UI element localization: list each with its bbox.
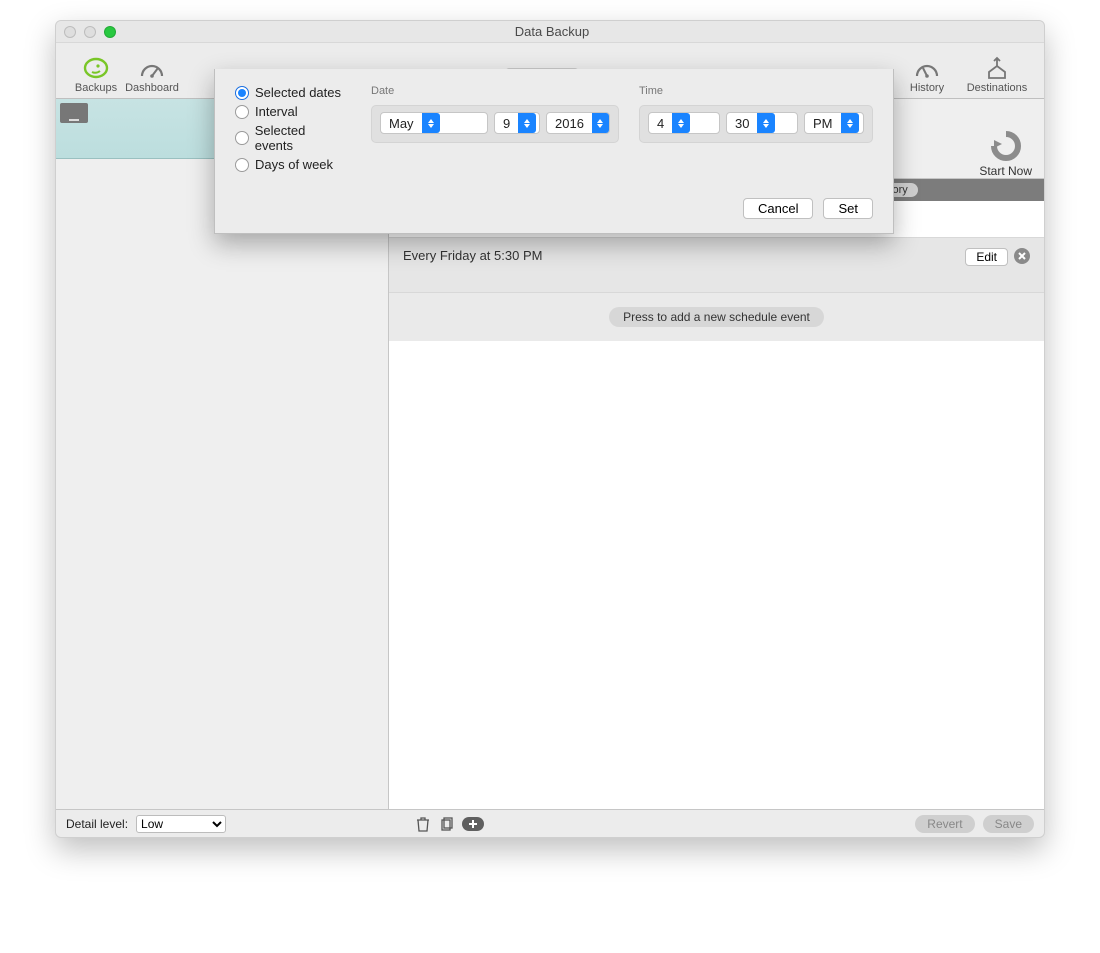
app-window: Data Backup Backups Dashboard <box>55 20 1045 838</box>
toolbar-destinations-label: Destinations <box>967 82 1028 94</box>
date-group-label: Date <box>371 85 619 97</box>
month-value: May <box>381 116 422 131</box>
ampm-select[interactable]: PM <box>804 112 864 134</box>
toolbar-dashboard-label: Dashboard <box>125 82 179 94</box>
cancel-button[interactable]: Cancel <box>743 198 813 219</box>
detail-level-select[interactable]: Low <box>136 815 226 833</box>
edit-event-button[interactable]: Edit <box>965 248 1008 266</box>
window-zoom-button[interactable] <box>104 26 116 38</box>
toolbar-dashboard[interactable]: Dashboard <box>124 56 180 94</box>
window-minimize-button[interactable] <box>84 26 96 38</box>
year-select[interactable]: 2016 <box>546 112 610 134</box>
minute-value: 30 <box>727 116 757 131</box>
start-now-label: Start Now <box>979 164 1032 178</box>
hour-select[interactable]: 4 <box>648 112 720 134</box>
titlebar: Data Backup <box>56 21 1044 43</box>
footer: Detail level: Low Revert Save <box>56 809 1044 837</box>
ampm-value: PM <box>805 116 841 131</box>
radio-selected-dates-label: Selected dates <box>255 85 341 100</box>
destinations-icon <box>983 56 1011 80</box>
delete-event-button[interactable] <box>1014 248 1030 264</box>
drive-icon <box>60 103 88 123</box>
toolbar-history-label: History <box>910 82 944 94</box>
radio-icon <box>235 86 249 100</box>
radio-selected-dates[interactable]: Selected dates <box>235 85 345 100</box>
revert-button[interactable]: Revert <box>915 815 974 833</box>
year-value: 2016 <box>547 116 592 131</box>
month-select[interactable]: May <box>380 112 488 134</box>
radio-days-of-week[interactable]: Days of week <box>235 157 345 172</box>
toolbar-backups[interactable]: Backups <box>68 56 124 94</box>
add-schedule-event-button[interactable]: Press to add a new schedule event <box>609 307 824 327</box>
day-select[interactable]: 9 <box>494 112 540 134</box>
toolbar-history[interactable]: History <box>892 56 962 94</box>
radio-interval[interactable]: Interval <box>235 104 345 119</box>
set-button[interactable]: Set <box>823 198 873 219</box>
detail-level-label: Detail level: <box>66 817 128 831</box>
radio-interval-label: Interval <box>255 104 298 119</box>
trash-icon[interactable] <box>414 815 432 833</box>
backups-icon <box>82 56 110 80</box>
radio-icon <box>235 105 249 119</box>
time-group-label: Time <box>639 85 873 97</box>
radio-selected-events[interactable]: Selected events <box>235 123 345 153</box>
schedule-editor-sheet: Selected dates Interval Selected events … <box>214 69 894 234</box>
toolbar-backups-label: Backups <box>75 82 117 94</box>
toolbar-destinations[interactable]: Destinations <box>962 56 1032 94</box>
radio-icon <box>235 158 249 172</box>
schedule-event-label: Every Friday at 5:30 PM <box>403 248 965 263</box>
history-icon <box>913 56 941 80</box>
day-value: 9 <box>495 116 518 131</box>
add-icon[interactable] <box>462 817 484 831</box>
dashboard-icon <box>138 56 166 80</box>
window-title: Data Backup <box>116 24 988 39</box>
duplicate-icon[interactable] <box>438 815 456 833</box>
start-now-button[interactable]: Start Now <box>979 130 1032 178</box>
minute-select[interactable]: 30 <box>726 112 798 134</box>
save-button[interactable]: Save <box>983 815 1034 833</box>
hour-value: 4 <box>649 116 672 131</box>
radio-selected-events-label: Selected events <box>255 123 345 153</box>
schedule-event-row: Every Friday at 5:30 PM Edit <box>389 237 1044 293</box>
window-close-button[interactable] <box>64 26 76 38</box>
close-icon <box>1017 251 1027 261</box>
radio-days-of-week-label: Days of week <box>255 157 333 172</box>
radio-icon <box>235 131 249 145</box>
start-now-icon <box>988 130 1024 162</box>
